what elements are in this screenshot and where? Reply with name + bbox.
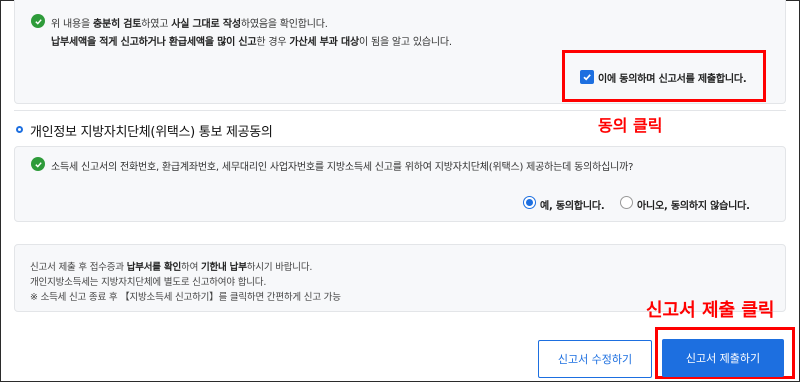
notice-line-1: 신고서 제출 후 접수증과 납부서를 확인하여 기한내 납부하시기 바랍니다. — [30, 262, 313, 273]
radio-agree-label[interactable]: 예, 동의합니다. — [540, 197, 605, 212]
consent-question: 소득세 신고서의 전화번호, 환급계좌번호, 세무대리인 사업자번호를 지방소득… — [51, 162, 634, 173]
submit-return-button[interactable]: 신고서 제출하기 — [662, 339, 784, 377]
check-circle-icon — [31, 157, 45, 171]
notice-line-3: ※ 소득세 신고 종료 후 【지방소득세 신고하기】를 클릭하면 간편하게 신고… — [30, 292, 341, 303]
submit-click-annotation: 신고서 제출 클릭 — [646, 300, 775, 321]
radio-agree[interactable] — [523, 196, 536, 209]
radio-disagree-label[interactable]: 아니오, 동의하지 않습니다. — [637, 197, 750, 212]
confirm-line-2: 납부세액을 적게 신고하거나 환급세액을 많이 신고한 경우 가산세 부과 대상… — [51, 37, 452, 48]
consent-box: 소득세 신고서의 전화번호, 환급계좌번호, 세무대리인 사업자번호를 지방소득… — [14, 146, 786, 222]
agree-highlight-box: 이에 동의하며 신고서를 제출합니다. — [562, 50, 766, 102]
bullet-circle-icon — [16, 126, 23, 133]
agree-checkbox[interactable] — [580, 70, 594, 84]
agree-checkbox-label[interactable]: 이에 동의하며 신고서를 제출합니다. — [598, 70, 747, 85]
radio-disagree[interactable] — [620, 196, 633, 209]
check-circle-icon — [31, 14, 45, 28]
agree-click-annotation: 동의 클릭 — [598, 116, 663, 135]
checkmark-icon — [583, 74, 591, 81]
section-divider — [14, 110, 786, 111]
confirm-line-1: 위 내용을 충분히 검토하였고 사실 그대로 작성하였음을 확인합니다. — [51, 19, 328, 30]
notice-line-2: 개인지방소득세는 지방자치단체에 별도로 신고하여야 합니다. — [30, 277, 267, 288]
section-title: 개인정보 지방자치단체(위택스) 통보 제공동의 — [30, 125, 273, 140]
edit-return-button[interactable]: 신고서 수정하기 — [538, 340, 652, 378]
